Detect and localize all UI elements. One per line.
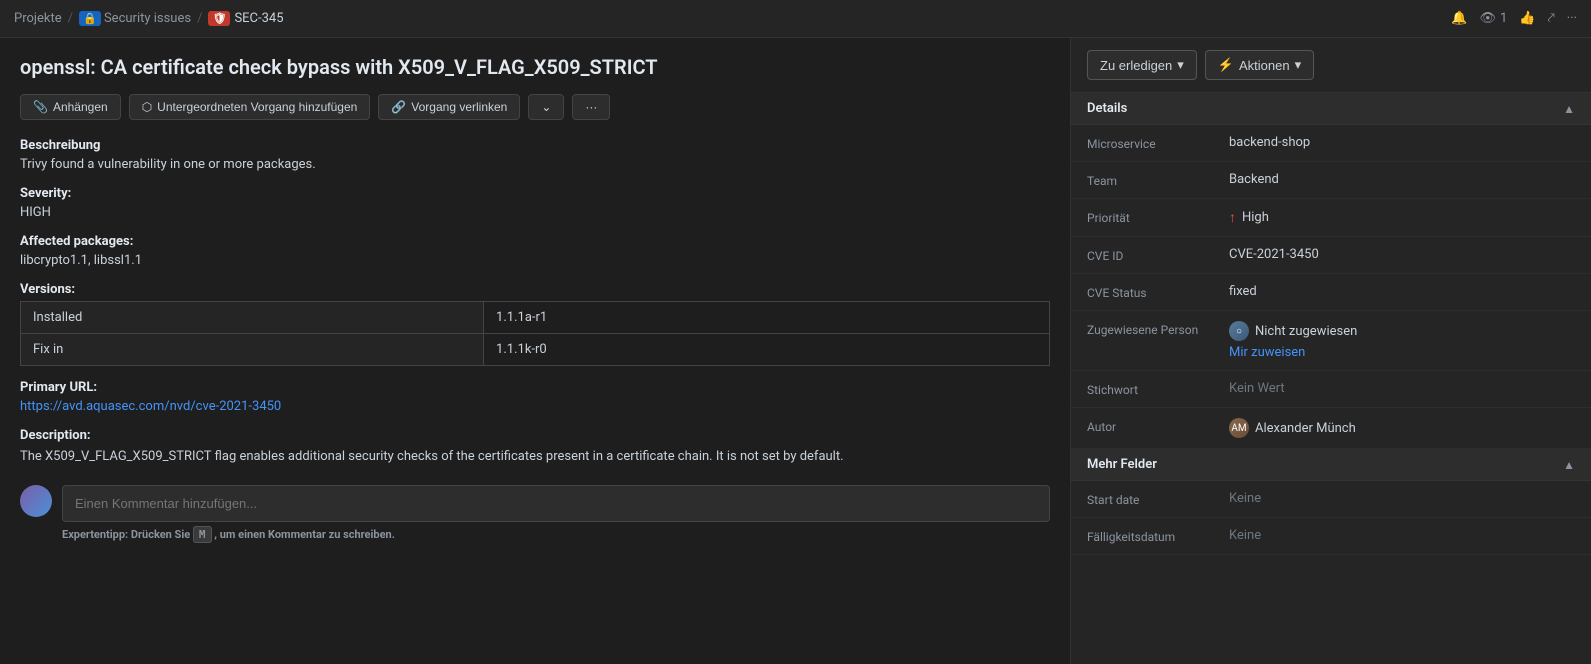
watch-button[interactable]: 👁 1 [1479,11,1507,26]
breadcrumb-sec-id: 🛡 SEC-345 [208,11,283,26]
breadcrumb-projekte[interactable]: Projekte [14,11,62,26]
details-chevron-icon: ▲ [1563,102,1575,116]
details-section-header[interactable]: Details ▲ [1071,93,1591,125]
right-panel-header: Zu erledigen ▾ ⚡ Aktionen ▾ [1071,38,1591,93]
status-button[interactable]: Zu erledigen ▾ [1087,50,1197,80]
detail-row-stichwort: Stichwort Kein Wert [1071,371,1591,408]
right-panel: Zu erledigen ▾ ⚡ Aktionen ▾ Details ▲ Mi… [1071,38,1591,664]
detail-row-autor: Autor AM Alexander Münch [1071,408,1591,449]
breadcrumb-sep1: / [68,11,73,26]
breadcrumb-security-issues[interactable]: 🔒 Security issues [79,11,191,26]
detail-row-cve-status: CVE Status fixed [1071,274,1591,311]
affected-label: Affected packages: [20,234,1050,249]
avatar-image [20,485,52,517]
autor-row: AM Alexander Münch [1229,418,1575,438]
installed-label: Installed [21,302,484,334]
expand-button[interactable]: ⌄ [528,94,564,120]
share-button[interactable]: ⤤ [1547,11,1554,26]
main-layout: openssl: CA certificate check bypass wit… [0,38,1591,664]
sec-badge: 🛡 [208,11,230,26]
lightning-icon: ⚡ [1218,57,1234,73]
mehr-felder-section: Mehr Felder ▲ Start date Keine Fälligkei… [1071,449,1591,555]
bell-button[interactable]: 🔔 [1451,11,1467,26]
detail-row-prioritaet: Priorität ↑ High [1071,199,1591,237]
detail-row-cve-id: CVE ID CVE-2021-3450 [1071,237,1591,274]
beschreibung-label: Beschreibung [20,138,1050,153]
author-avatar: AM [1229,418,1249,438]
topbar-actions: 🔔 👁 1 👍 ⤤ ··· [1451,11,1577,26]
details-section: Details ▲ Microservice backend-shop Team… [1071,93,1591,449]
thumbs-button[interactable]: 👍 [1519,11,1535,26]
severity-value: HIGH [20,205,1050,220]
detail-row-team: Team Backend [1071,162,1591,199]
table-row: Installed 1.1.1a-r1 [21,302,1050,334]
left-panel: openssl: CA certificate check bypass wit… [0,38,1071,664]
mehr-felder-chevron-icon: ▲ [1563,458,1575,472]
link-icon: 🔗 [391,100,406,114]
mir-zuweisen-link[interactable]: Mir zuweisen [1229,345,1575,360]
more-actions-button[interactable]: ··· [572,94,610,120]
affected-value: libcrypto1.1, libssl1.1 [20,253,1050,268]
fix-in-label: Fix in [21,334,484,366]
attach-icon: 📎 [33,100,48,114]
action-bar: 📎 Anhängen ⬡ Untergeordneten Vorgang hin… [20,94,1050,120]
actions-chevron-icon: ▾ [1295,57,1302,73]
link-button[interactable]: 🔗 Vorgang verlinken [378,94,520,120]
detail-row-zugewiesene: Zugewiesene Person ○ Nicht zugewiesen Mi… [1071,311,1591,371]
beschreibung-value: Trivy found a vulnerability in one or mo… [20,157,1050,172]
severity-label: Severity: [20,186,1050,201]
comment-input[interactable] [62,485,1050,522]
table-row: Fix in 1.1.1k-r0 [21,334,1050,366]
detail-row-start-date: Start date Keine [1071,481,1591,518]
attach-button[interactable]: 📎 Anhängen [20,94,121,120]
topbar: Projekte / 🔒 Security issues / 🛡 SEC-345… [0,0,1591,38]
breadcrumb-sep2: / [197,11,202,26]
mehr-felder-header[interactable]: Mehr Felder ▲ [1071,449,1591,481]
comment-area [20,485,1050,522]
security-issues-icon: 🔒 [79,11,101,26]
primary-url-link[interactable]: https://avd.aquasec.com/nvd/cve-2021-345… [20,399,1050,414]
unassigned-avatar: ○ [1229,321,1249,341]
installed-value: 1.1.1a-r1 [484,302,1050,334]
expert-key: M [193,526,212,543]
assigned-person: ○ Nicht zugewiesen Mir zuweisen [1229,321,1575,360]
fix-in-value: 1.1.1k-r0 [484,334,1050,366]
avatar [20,485,52,517]
issue-title: openssl: CA certificate check bypass wit… [20,54,1050,80]
primary-url-label: Primary URL: [20,380,1050,395]
expand-icon: ⌄ [541,100,551,114]
priority-high: ↑ High [1229,209,1575,226]
priority-arrow-icon: ↑ [1229,209,1236,226]
status-chevron-icon: ▾ [1177,57,1184,73]
add-child-icon: ⬡ [142,100,152,114]
description-text: The X509_V_FLAG_X509_STRICT flag enables… [20,447,1050,467]
more-button[interactable]: ··· [1567,11,1577,26]
actions-button[interactable]: ⚡ Aktionen ▾ [1205,50,1314,80]
versions-label: Versions: [20,282,1050,297]
versions-table: Installed 1.1.1a-r1 Fix in 1.1.1k-r0 [20,301,1050,366]
add-child-button[interactable]: ⬡ Untergeordneten Vorgang hinzufügen [129,94,371,120]
detail-row-faelligkeitsdatum: Fälligkeitsdatum Keine [1071,518,1591,555]
breadcrumb: Projekte / 🔒 Security issues / 🛡 SEC-345 [14,11,284,26]
expert-tip-text: Expertentipp: Drücken Sie M , um einen K… [62,526,395,543]
detail-row-microservice: Microservice backend-shop [1071,125,1591,162]
expert-tip: Expertentipp: Drücken Sie M , um einen K… [20,528,1050,541]
description-label: Description: [20,428,1050,443]
